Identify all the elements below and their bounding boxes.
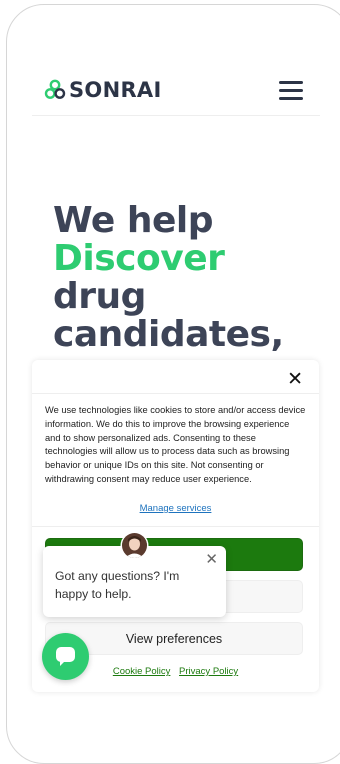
chat-bubble-icon [56, 647, 75, 666]
cookie-divider-bottom [32, 526, 319, 527]
chat-close-icon[interactable]: ✕ [205, 550, 218, 568]
chat-message: Got any questions? I'm happy to help. [55, 569, 180, 601]
triskele-logo-icon [44, 79, 66, 99]
manage-services-link[interactable]: Manage services [32, 503, 319, 514]
hero-line-2: Discover [53, 238, 225, 279]
hero-line-1: We help [53, 200, 214, 241]
chat-launcher-button[interactable] [42, 633, 89, 680]
cookie-message: We use technologies like cookies to stor… [45, 405, 306, 484]
hero-heading: We help Discover drug candidates, [53, 202, 284, 354]
cookie-close-icon[interactable]: ✕ [287, 370, 303, 390]
agent-avatar-icon [122, 533, 147, 558]
hamburger-menu-icon[interactable] [279, 81, 303, 101]
cookie-divider-top [32, 393, 319, 394]
site-header: SONRAI [32, 70, 320, 116]
hero-line-4: candidates, [53, 314, 284, 355]
logo-text: SONRAI [69, 78, 162, 102]
hero-line-3: drug [53, 276, 146, 317]
sonrai-logo[interactable]: SONRAI [44, 78, 162, 102]
cookie-policy-link[interactable]: Cookie Policy [113, 666, 171, 677]
privacy-policy-link[interactable]: Privacy Policy [179, 666, 238, 677]
chat-agent-avatar [122, 533, 147, 558]
